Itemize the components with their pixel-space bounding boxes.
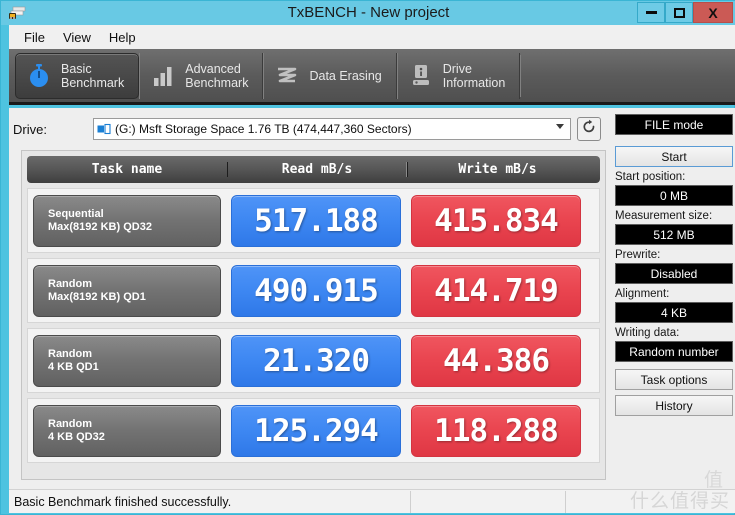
tab-label: Drive Information [442,61,506,90]
task-name-button[interactable]: Sequential Max(8192 KB) QD32 [33,194,221,247]
task-name-line2: Max(8192 KB) QD32 [48,220,152,233]
read-value: 490.915 [231,264,401,317]
task-name-line1: Random [48,417,92,430]
benchmark-results-table: Task name Read mB/s Write mB/s Sequentia… [21,150,606,480]
table-row: Random 4 KB QD1 21.320 44.386 [27,328,600,393]
prewrite-value[interactable]: Disabled [615,263,733,284]
drive-select[interactable]: (G:) Msft Storage Space 1.76 TB (474,447… [93,118,571,140]
alignment-label: Alignment: [615,288,670,300]
task-name-line1: Random [48,347,92,360]
column-header-write: Write mB/s [407,162,587,177]
start-position-value[interactable]: 0 MB [615,185,733,206]
maximize-button[interactable] [665,2,693,23]
chevron-down-icon [556,124,564,129]
tab-label: Advanced Benchmark [185,61,249,90]
stopwatch-icon [26,62,52,90]
table-row: Random Max(8192 KB) QD1 490.915 414.719 [27,258,600,323]
read-value-text: 21.320 [263,342,370,379]
history-button[interactable]: History [615,395,733,416]
read-value-text: 517.188 [254,202,379,239]
tab-advanced-benchmark[interactable]: Advanced Benchmark [139,52,264,99]
tab-data-erasing[interactable]: Data Erasing [263,52,397,99]
task-name-button[interactable]: Random Max(8192 KB) QD1 [33,264,221,317]
table-header-row: Task name Read mB/s Write mB/s [27,156,600,183]
task-name-button[interactable]: Random 4 KB QD32 [33,404,221,457]
shred-waves-icon [274,62,300,90]
drive-info-icon [408,62,434,90]
read-value-text: 490.915 [254,272,379,309]
column-header-task-name: Task name [91,162,163,177]
menu-item-view[interactable]: View [54,28,100,47]
drive-selection-row: Drive: (G:) Msft Storage Space 1.76 TB (… [13,114,613,144]
menu-item-help[interactable]: Help [100,28,145,47]
status-pane-3 [566,491,735,513]
column-header-read: Read mB/s [227,162,407,177]
task-name-line2: Max(8192 KB) QD1 [48,290,146,303]
tab-strip: Basic Benchmark Advanced Benchmark Data … [9,49,735,105]
alignment-value[interactable]: 4 KB [615,302,733,323]
minimize-icon [645,11,657,14]
txbench-window: TxBENCH - New project X File View Help B… [0,0,735,515]
refresh-icon [581,119,597,140]
tab-basic-benchmark[interactable]: Basic Benchmark [15,52,140,99]
status-bar: Basic Benchmark finished successfully. [9,489,735,513]
write-value-text: 44.386 [443,342,550,379]
write-value: 415.834 [411,194,581,247]
read-value: 125.294 [231,404,401,457]
task-name-line1: Sequential [48,207,104,220]
write-value-text: 414.719 [434,272,559,309]
drive-select-value: (G:) Msft Storage Space 1.76 TB (474,447… [115,122,412,136]
task-name-button[interactable]: Random 4 KB QD1 [33,334,221,387]
write-value: 414.719 [411,264,581,317]
drive-label: Drive: [13,121,47,137]
tab-divider [520,54,522,97]
writing-data-label: Writing data: [615,327,680,339]
tab-drive-information[interactable]: Drive Information [396,52,521,99]
window-controls: X [637,2,733,23]
read-value: 21.320 [231,334,401,387]
file-mode-readout[interactable]: FILE mode [615,114,733,135]
content-panel: Drive: (G:) Msft Storage Space 1.76 TB (… [9,108,735,489]
measurement-size-label: Measurement size: [615,210,713,222]
write-value: 118.288 [411,404,581,457]
read-value: 517.188 [231,194,401,247]
start-position-label: Start position: [615,171,686,183]
close-button[interactable]: X [693,2,733,23]
write-value: 44.386 [411,334,581,387]
prewrite-label: Prewrite: [615,249,661,261]
measurement-size-value[interactable]: 512 MB [615,224,733,245]
write-value-text: 415.834 [434,202,559,239]
writing-data-value[interactable]: Random number [615,341,733,362]
title-bar: TxBENCH - New project X [1,1,735,25]
table-row: Sequential Max(8192 KB) QD32 517.188 415… [27,188,600,253]
status-pane-2 [411,490,566,513]
status-message: Basic Benchmark finished successfully. [9,490,411,513]
write-value-text: 118.288 [434,412,559,449]
maximize-icon [673,7,685,18]
options-sidebar: FILE mode Start Start position: 0 MB Mea… [615,114,733,484]
task-name-line2: 4 KB QD32 [48,430,105,443]
task-options-button[interactable]: Task options [615,369,733,390]
tab-label: Data Erasing [309,68,382,83]
hard-drive-icon [97,123,111,136]
menu-item-file[interactable]: File [15,28,54,47]
task-name-line2: 4 KB QD1 [48,360,99,373]
menu-bar: File View Help [9,25,735,49]
tab-label: Basic Benchmark [61,61,125,90]
minimize-button[interactable] [637,2,665,23]
start-button[interactable]: Start [615,146,733,167]
window-title: TxBENCH - New project [287,4,450,21]
task-name-line1: Random [48,277,92,290]
bar-chart-icon [150,62,176,90]
table-row: Random 4 KB QD32 125.294 118.288 [27,398,600,463]
read-value-text: 125.294 [254,412,379,449]
refresh-drives-button[interactable] [577,117,601,141]
